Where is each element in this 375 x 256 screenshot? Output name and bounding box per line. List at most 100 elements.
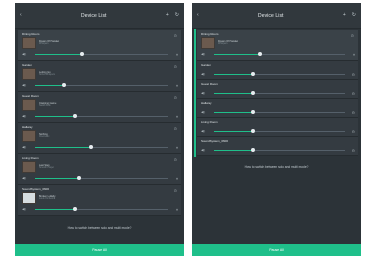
member-room[interactable]: Guest Room ◀)) ⊖ xyxy=(197,80,358,99)
link-icon[interactable]: ⊙ xyxy=(351,33,354,38)
now-playing[interactable]: Broken Lullaby Louis Orchestra xyxy=(22,192,178,204)
room-card[interactable]: SoundSystem_0600 Broken Lullaby Louis Or… xyxy=(18,185,181,216)
room-name: Hallway xyxy=(201,101,212,105)
now-playing[interactable]: Dream Of Hanalei Whispers xyxy=(22,37,178,49)
room-card[interactable]: Garden Letting Go Sinful Whispers ◀)) ⏸ … xyxy=(18,61,181,92)
link-icon[interactable]: ⊙ xyxy=(174,33,177,38)
member-room[interactable]: Living Room ◀)) ⊖ xyxy=(197,118,358,137)
play-pause-icon[interactable]: ⏸ xyxy=(172,145,178,150)
now-playing[interactable]: Clapping Game Sweet Kids xyxy=(22,99,178,111)
volume-knob[interactable] xyxy=(251,72,256,76)
mode-help-link[interactable]: How to switch between solo and multi mod… xyxy=(192,165,361,169)
volume-knob[interactable] xyxy=(72,207,77,211)
album-art xyxy=(22,37,36,49)
volume-knob[interactable] xyxy=(257,52,262,56)
add-icon[interactable]: + xyxy=(343,13,346,18)
speaker-icon: ◀)) xyxy=(22,83,27,87)
device-list-screen-multi: ‹ Device List + ↻ Dining Room Dream Of H… xyxy=(192,3,361,256)
link-icon[interactable]: ⊙ xyxy=(174,95,177,100)
room-card[interactable]: Dining Room Dream Of Hanalei Whispers ◀)… xyxy=(197,30,358,61)
volume-slider[interactable] xyxy=(214,72,345,76)
unlink-icon[interactable]: ⊖ xyxy=(349,148,355,153)
play-pause-icon[interactable]: ⏸ xyxy=(172,52,178,57)
volume-slider[interactable] xyxy=(35,207,168,211)
room-name: Living Room xyxy=(201,120,218,124)
link-icon[interactable]: ⊙ xyxy=(174,64,177,69)
room-name: Dining Room xyxy=(22,32,40,36)
artist-name: Whispers xyxy=(39,43,49,45)
volume-knob[interactable] xyxy=(76,176,81,180)
volume-slider[interactable] xyxy=(214,91,345,95)
volume-slider[interactable] xyxy=(35,52,168,56)
room-name: Living Room xyxy=(22,156,39,160)
volume-slider[interactable] xyxy=(35,145,168,149)
room-name: Guest Room xyxy=(201,82,218,86)
volume-knob[interactable] xyxy=(88,145,93,149)
volume-slider[interactable] xyxy=(35,114,168,118)
speaker-icon: ◀)) xyxy=(22,52,27,56)
header: ‹ Device List + ↻ xyxy=(192,3,361,29)
volume-slider[interactable] xyxy=(35,83,168,87)
speaker-icon: ◀)) xyxy=(201,72,206,76)
volume-knob[interactable] xyxy=(62,83,67,87)
speaker-icon: ◀)) xyxy=(22,176,27,180)
play-pause-icon[interactable]: ⏸ xyxy=(172,114,178,119)
room-name: Garden xyxy=(201,63,212,67)
room-card[interactable]: Dining Room Dream Of Hanalei Whispers ◀)… xyxy=(18,30,181,61)
link-icon[interactable]: ⊙ xyxy=(174,188,177,193)
artist-name: Louis Orchestra xyxy=(39,198,56,200)
volume-knob[interactable] xyxy=(251,91,256,95)
speaker-icon: ◀)) xyxy=(201,148,206,152)
volume-slider[interactable] xyxy=(35,176,168,180)
speaker-icon: ◀)) xyxy=(201,110,206,114)
now-playing[interactable]: Dream Of Hanalei Whispers xyxy=(201,37,355,49)
member-room[interactable]: Garden ◀)) ⊖ xyxy=(197,61,358,80)
member-room[interactable]: Hallway ◀)) ⊖ xyxy=(197,99,358,118)
volume-slider[interactable] xyxy=(214,52,345,56)
play-pause-icon[interactable]: ⏸ xyxy=(172,83,178,88)
link-icon[interactable]: ⊙ xyxy=(174,157,177,162)
volume-knob[interactable] xyxy=(79,52,84,56)
artist-name: Onemusic xyxy=(39,136,50,138)
volume-knob[interactable] xyxy=(251,148,256,152)
volume-slider[interactable] xyxy=(214,110,345,114)
room-card[interactable]: Living Room Last Step Smooth Player ◀)) … xyxy=(18,154,181,185)
room-card[interactable]: Hallway Nothing Onemusic ◀)) ⏸ ⊙ xyxy=(18,123,181,154)
volume-knob[interactable] xyxy=(251,110,256,114)
album-art xyxy=(22,68,36,80)
unlink-icon[interactable]: ⊖ xyxy=(349,91,355,96)
back-icon[interactable]: ‹ xyxy=(20,13,22,18)
back-icon[interactable]: ‹ xyxy=(197,13,199,18)
link-icon[interactable]: ⊙ xyxy=(174,126,177,131)
play-pause-icon[interactable]: ⏸ xyxy=(349,52,355,57)
now-playing[interactable]: Letting Go Sinful Whispers xyxy=(22,68,178,80)
volume-slider[interactable] xyxy=(214,129,345,133)
unlink-icon[interactable]: ⊖ xyxy=(349,72,355,77)
volume-slider[interactable] xyxy=(214,148,345,152)
room-name: Guest Room xyxy=(22,94,39,98)
volume-knob[interactable] xyxy=(251,129,256,133)
play-pause-icon[interactable]: ⏸ xyxy=(172,176,178,181)
page-title: Device List xyxy=(80,12,107,19)
speaker-icon: ◀)) xyxy=(201,129,206,133)
room-name: Hallway xyxy=(22,125,33,129)
pause-all-button[interactable]: Pause All xyxy=(192,244,361,256)
album-art xyxy=(22,99,36,111)
add-icon[interactable]: + xyxy=(166,13,169,18)
unlink-icon[interactable]: ⊖ xyxy=(349,129,355,134)
room-card[interactable]: Guest Room Clapping Game Sweet Kids ◀)) … xyxy=(18,92,181,123)
volume-knob[interactable] xyxy=(72,114,77,118)
refresh-icon[interactable]: ↻ xyxy=(175,13,179,18)
unlink-icon[interactable]: ⊖ xyxy=(349,110,355,115)
album-art xyxy=(22,161,36,173)
pause-all-button[interactable]: Pause All xyxy=(15,244,184,256)
member-room[interactable]: SoundSystem_0600 ◀)) ⊖ xyxy=(197,137,358,156)
now-playing[interactable]: Last Step Smooth Player xyxy=(22,161,178,173)
room-name: SoundSystem_0600 xyxy=(22,187,50,191)
play-pause-icon[interactable]: ⏸ xyxy=(172,207,178,212)
mode-help-link[interactable]: How to switch between solo and multi mod… xyxy=(15,226,184,230)
refresh-icon[interactable]: ↻ xyxy=(352,13,356,18)
now-playing[interactable]: Nothing Onemusic xyxy=(22,130,178,142)
speaker-icon: ◀)) xyxy=(22,114,27,118)
album-art xyxy=(22,192,36,204)
